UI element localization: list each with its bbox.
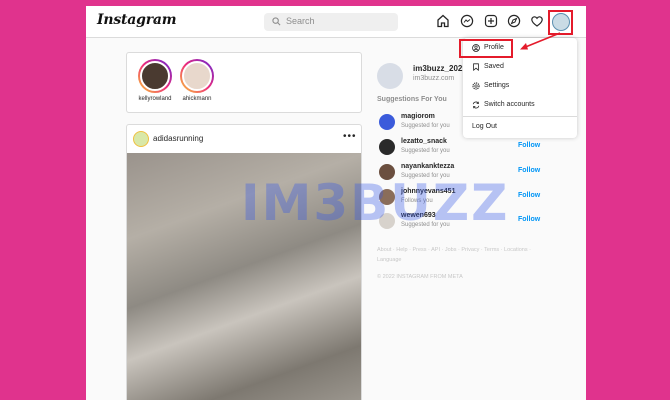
messenger-icon[interactable] [460, 14, 474, 28]
switch-icon [472, 101, 480, 109]
story-avatar [140, 61, 170, 91]
current-user-site: im3buzz.com [413, 75, 455, 82]
instagram-logo[interactable]: Instagram [97, 12, 177, 28]
new-post-icon[interactable] [484, 14, 498, 28]
top-navigation-bar: Instagram ⌄ Search [86, 6, 586, 38]
profile-highlight-box [459, 39, 513, 58]
story-avatar [182, 61, 212, 91]
suggestion-username[interactable]: nayankanktezza [401, 163, 454, 170]
follow-button[interactable]: Follow [518, 192, 540, 199]
follow-button[interactable]: Follow [518, 142, 540, 149]
menu-item-label: Saved [484, 63, 504, 70]
stories-tray: kellyrowland ahickmann [126, 52, 362, 113]
follow-button[interactable]: Follow [518, 216, 540, 223]
search-placeholder: Search [286, 16, 315, 26]
current-username[interactable]: im3buzz_2021 [413, 64, 467, 73]
watermark: IM3BUZZ [241, 174, 510, 232]
suggestion-username[interactable]: lezatto_snack [401, 138, 447, 145]
more-options-icon[interactable]: ••• [343, 131, 357, 142]
post-username[interactable]: adidasrunning [153, 134, 203, 143]
story-item[interactable]: ahickmann [175, 59, 219, 102]
suggestion-reason: Suggested for you [401, 123, 450, 129]
menu-item-settings[interactable]: Settings [463, 77, 577, 96]
footer-links[interactable]: About · Help · Press · API · Jobs · Priv… [377, 245, 537, 265]
post-author-avatar[interactable] [133, 131, 149, 147]
story-item[interactable]: kellyrowland [133, 59, 177, 102]
suggestions-heading: Suggestions For You [377, 96, 447, 103]
logout-label: Log Out [472, 123, 497, 130]
bookmark-icon [473, 63, 479, 71]
menu-item-switch-accounts[interactable]: Switch accounts [463, 96, 577, 115]
search-icon [272, 17, 281, 26]
suggestion-avatar[interactable] [379, 139, 395, 155]
menu-item-logout[interactable]: Log Out [463, 118, 577, 137]
follow-button[interactable]: Follow [518, 167, 540, 174]
story-username: kellyrowland [138, 96, 172, 102]
menu-item-label: Switch accounts [484, 101, 535, 108]
suggestion-username[interactable]: magiorom [401, 113, 435, 120]
copyright-text: © 2022 INSTAGRAM FROM META [377, 274, 463, 280]
annotation-arrow [520, 32, 561, 50]
menu-item-label: Settings [484, 82, 510, 89]
heart-icon[interactable] [530, 14, 544, 28]
instagram-window: Instagram ⌄ Search kellyrowland ahickman… [86, 6, 586, 400]
menu-divider [463, 116, 577, 117]
chevron-down-icon[interactable]: ⌄ [152, 16, 159, 25]
explore-icon[interactable] [507, 14, 521, 28]
suggestion-reason: Suggested for you [401, 148, 450, 154]
gear-icon [472, 82, 480, 90]
suggestion-avatar[interactable] [379, 114, 395, 130]
feed-post: adidasrunning ••• [126, 124, 362, 400]
home-icon[interactable] [436, 14, 450, 28]
story-username: ahickmann [182, 96, 212, 102]
search-input[interactable]: Search [264, 13, 398, 31]
suggestion-row: lezatto_snack Suggested for you [377, 136, 527, 158]
current-user-avatar[interactable] [377, 63, 403, 89]
